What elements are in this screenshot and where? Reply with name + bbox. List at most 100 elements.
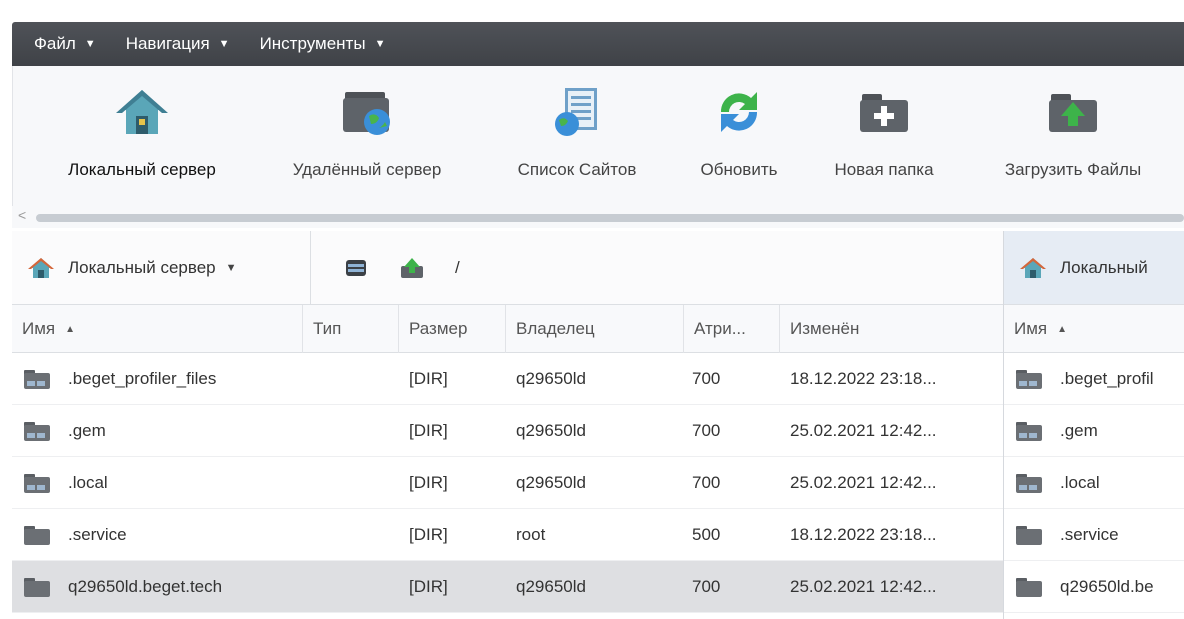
server-select[interactable]: Локальный сервер ▼ bbox=[12, 231, 311, 304]
folder-icon bbox=[24, 421, 50, 441]
chevron-down-icon: ▼ bbox=[84, 38, 96, 50]
file-modified: 18.12.2022 23:18... bbox=[790, 368, 937, 388]
folder-icon bbox=[1016, 369, 1042, 389]
folder-icon bbox=[24, 369, 50, 389]
table-row[interactable]: .service [DIR] root 500 18.12.2022 23:18… bbox=[12, 509, 1003, 561]
menu-tools[interactable]: Инструменты ▼ bbox=[260, 34, 386, 54]
table-row-selected[interactable]: q29650ld.beget.tech [DIR] q29650ld 700 2… bbox=[12, 561, 1003, 613]
local-server-button[interactable]: Локальный сервер bbox=[31, 66, 253, 206]
remote-file-name-cell: .gem bbox=[1004, 421, 1098, 441]
file-owner: q29650ld bbox=[516, 576, 586, 596]
scrollbar-thumb[interactable] bbox=[36, 214, 1184, 222]
site-list-icon bbox=[555, 88, 597, 136]
folder-up-icon[interactable] bbox=[399, 256, 425, 280]
chevron-down-icon: ▼ bbox=[218, 38, 230, 50]
column-size[interactable]: Размер bbox=[399, 305, 506, 353]
column-type-label: Тип bbox=[313, 319, 342, 338]
remote-table-row[interactable]: .beget_profil bbox=[1004, 353, 1184, 405]
local-server-label: Локальный сервер bbox=[68, 160, 216, 179]
sort-ascending-icon: ▲ bbox=[65, 324, 76, 335]
remote-server-select[interactable]: Локальный bbox=[1004, 231, 1184, 304]
folder-icon bbox=[24, 525, 50, 545]
file-owner: q29650ld bbox=[516, 420, 586, 440]
home-icon bbox=[28, 257, 54, 278]
server-select-label: Локальный сервер bbox=[68, 257, 216, 277]
menu-file[interactable]: Файл ▼ bbox=[34, 34, 96, 54]
file-name: .local bbox=[68, 472, 108, 492]
remote-server-button[interactable]: Удалённый сервер bbox=[257, 66, 477, 206]
folder-icon bbox=[1016, 421, 1042, 441]
drive-icon[interactable] bbox=[343, 256, 369, 280]
menu-navigation-label: Навигация bbox=[125, 34, 210, 53]
chevron-down-icon: ▼ bbox=[374, 38, 386, 50]
current-path: / bbox=[455, 257, 460, 277]
site-list-button[interactable]: Список Сайтов bbox=[487, 66, 667, 206]
remote-file-name: q29650ld.be bbox=[1060, 576, 1154, 596]
file-attributes: 700 bbox=[692, 420, 721, 440]
new-folder-button[interactable]: Новая папка bbox=[809, 66, 959, 206]
file-name: q29650ld.beget.tech bbox=[68, 576, 223, 596]
column-type[interactable]: Тип bbox=[303, 305, 399, 353]
file-name-cell: q29650ld.beget.tech bbox=[12, 577, 409, 597]
menu-tools-label: Инструменты bbox=[259, 34, 366, 53]
file-owner: q29650ld bbox=[516, 472, 586, 492]
table-header: Имя ▲ Тип Размер Владелец Атри... Изменён bbox=[12, 305, 1003, 353]
folder-icon bbox=[24, 473, 50, 493]
remote-column-name-label: Имя bbox=[1014, 319, 1048, 338]
remote-table-row[interactable]: q29650ld.be bbox=[1004, 561, 1184, 613]
toolbar: Локальный сервер Удалённый сервер Список… bbox=[12, 66, 1184, 206]
home-icon bbox=[116, 90, 168, 134]
new-folder-label: Новая папка bbox=[834, 160, 934, 179]
home-icon bbox=[1020, 257, 1046, 278]
file-attributes: 700 bbox=[692, 368, 721, 388]
remote-panel: Локальный Имя ▲ .beget_profil .gem .local… bbox=[1004, 231, 1184, 619]
file-modified: 25.02.2021 12:42... bbox=[790, 472, 937, 492]
folder-icon bbox=[24, 577, 50, 597]
file-list: .beget_profiler_files [DIR] q29650ld 700… bbox=[12, 353, 1003, 613]
remote-file-list: .beget_profil .gem .local .service q2965… bbox=[1004, 353, 1184, 613]
toolbar-scrollbar[interactable]: < bbox=[12, 206, 1184, 228]
column-owner[interactable]: Владелец bbox=[506, 305, 684, 353]
chevron-left-icon[interactable]: < bbox=[18, 207, 26, 223]
refresh-button[interactable]: Обновить bbox=[677, 66, 801, 206]
remote-table-row[interactable]: .local bbox=[1004, 457, 1184, 509]
file-attributes: 700 bbox=[692, 472, 721, 492]
remote-server-select-label: Локальный bbox=[1060, 257, 1148, 277]
remote-table-header: Имя ▲ bbox=[1004, 305, 1184, 353]
remote-file-name-cell: .beget_profil bbox=[1004, 369, 1154, 389]
remote-file-name: .local bbox=[1060, 472, 1100, 492]
refresh-label: Обновить bbox=[700, 160, 778, 179]
new-folder-icon bbox=[860, 94, 908, 132]
file-name: .gem bbox=[68, 420, 106, 440]
menubar: Файл ▼ Навигация ▼ Инструменты ▼ bbox=[12, 22, 1184, 66]
file-size: [DIR] bbox=[409, 472, 448, 492]
file-attributes: 500 bbox=[692, 524, 721, 544]
chevron-down-icon: ▼ bbox=[225, 261, 237, 274]
remote-table-row[interactable]: .gem bbox=[1004, 405, 1184, 457]
table-row[interactable]: .local [DIR] q29650ld 700 25.02.2021 12:… bbox=[12, 457, 1003, 509]
table-row[interactable]: .beget_profiler_files [DIR] q29650ld 700… bbox=[12, 353, 1003, 405]
column-name[interactable]: Имя ▲ bbox=[12, 305, 303, 353]
file-size: [DIR] bbox=[409, 368, 448, 388]
file-modified: 25.02.2021 12:42... bbox=[790, 576, 937, 596]
column-attributes[interactable]: Атри... bbox=[684, 305, 780, 353]
menu-navigation[interactable]: Навигация ▼ bbox=[126, 34, 230, 54]
remote-column-name[interactable]: Имя ▲ bbox=[1004, 305, 1184, 353]
table-row[interactable]: .gem [DIR] q29650ld 700 25.02.2021 12:42… bbox=[12, 405, 1003, 457]
remote-file-name: .beget_profil bbox=[1060, 368, 1154, 388]
file-name-cell: .beget_profiler_files bbox=[12, 369, 409, 389]
remote-file-name: .service bbox=[1060, 524, 1119, 544]
column-attributes-label: Атри... bbox=[694, 319, 746, 338]
file-size: [DIR] bbox=[409, 524, 448, 544]
remote-file-name-cell: .service bbox=[1004, 525, 1119, 545]
file-modified: 25.02.2021 12:42... bbox=[790, 420, 937, 440]
upload-icon bbox=[1049, 94, 1097, 132]
column-modified[interactable]: Изменён bbox=[780, 305, 1003, 353]
file-modified: 18.12.2022 23:18... bbox=[790, 524, 937, 544]
site-list-label: Список Сайтов bbox=[517, 160, 637, 179]
upload-files-button[interactable]: Загрузить Файлы bbox=[973, 66, 1173, 206]
remote-table-row[interactable]: .service bbox=[1004, 509, 1184, 561]
remote-pathbar: Локальный bbox=[1004, 231, 1184, 305]
column-size-label: Размер bbox=[409, 319, 468, 338]
remote-file-name-cell: .local bbox=[1004, 473, 1100, 493]
